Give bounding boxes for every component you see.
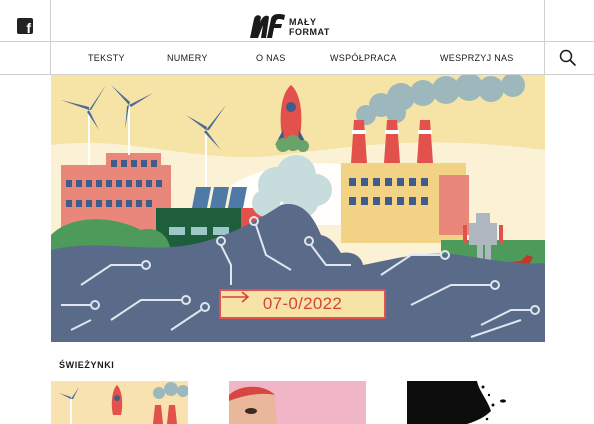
section-title: ŚWIEŻYNKI (59, 360, 115, 370)
issue-label: 07-0/2022 (262, 294, 343, 313)
logo[interactable]: MAŁY FORMAT (249, 13, 349, 39)
hero-banner[interactable]: 07-0/2022 (51, 75, 545, 342)
header: f MAŁY FORMAT TEKSTY NUMERY O NAS WSPÓŁP… (0, 0, 594, 75)
nav-item-numery[interactable]: NUMERY (167, 53, 208, 63)
article-card[interactable] (407, 381, 545, 424)
nav-item-wesprzyj-nas[interactable]: WESPRZYJ NAS (440, 53, 514, 63)
nav-item-teksty[interactable]: TEKSTY (88, 53, 125, 63)
article-card[interactable] (51, 381, 188, 424)
article-card[interactable] (229, 381, 366, 424)
facebook-icon[interactable]: f (17, 18, 33, 35)
logo-text: MAŁY FORMAT (289, 17, 330, 37)
nav-item-o-nas[interactable]: O NAS (256, 53, 286, 63)
logo-mark-icon (250, 14, 285, 38)
main-nav: TEKSTY NUMERY O NAS WSPÓŁPRACA WESPRZYJ … (51, 42, 545, 75)
issue-badge[interactable]: 07-0/2022 (219, 289, 386, 319)
card-thumbnail (407, 381, 545, 424)
nav-item-wspolpraca[interactable]: WSPÓŁPRACA (330, 53, 397, 63)
card-thumbnail (51, 381, 188, 424)
card-thumbnail (229, 381, 366, 424)
logo-line1: MAŁY (289, 17, 317, 27)
search-icon[interactable] (558, 48, 578, 68)
arrow-right-icon (222, 291, 250, 303)
logo-line2: FORMAT (289, 27, 330, 37)
